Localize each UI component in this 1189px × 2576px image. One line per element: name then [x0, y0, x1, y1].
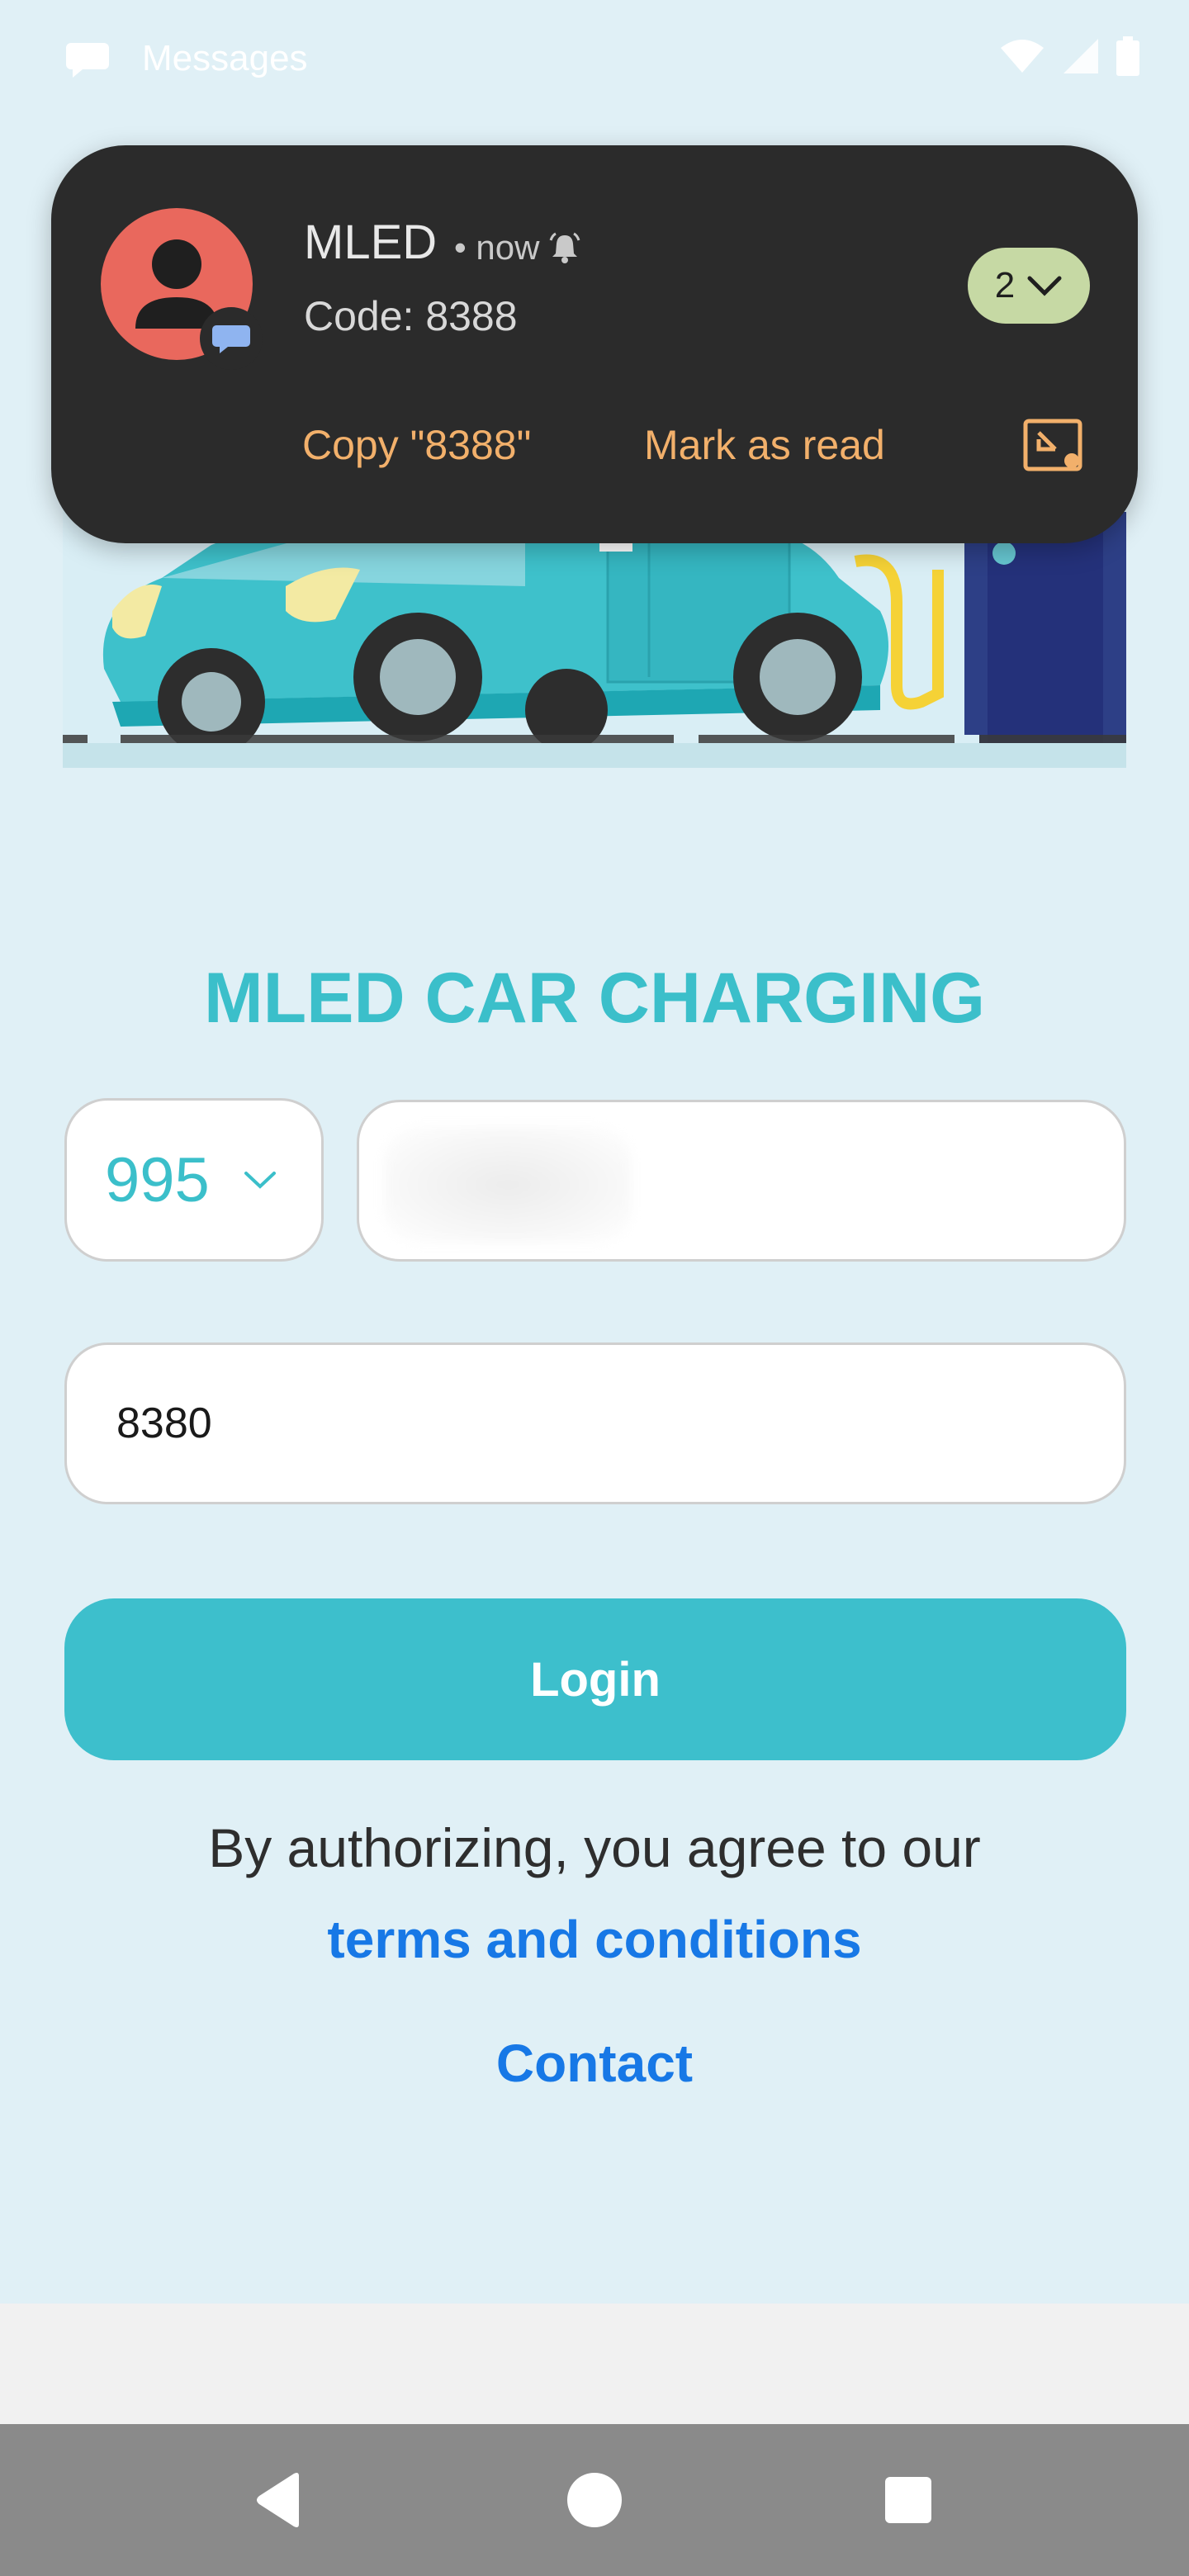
messages-icon [66, 43, 109, 78]
recents-button[interactable] [850, 2424, 966, 2576]
page-title: MLED CAR CHARGING [204, 959, 985, 1038]
notification-expand-button[interactable]: 2 [968, 248, 1090, 324]
chat-bubble-icon [212, 325, 250, 353]
login-button-label: Login [530, 1652, 661, 1707]
verification-code-input[interactable]: 8380 [64, 1342, 1126, 1504]
recents-square-icon [885, 2477, 931, 2523]
status-bar: Messages [0, 0, 1189, 116]
status-icons [999, 36, 1139, 76]
notification-time-group: • now [454, 228, 582, 268]
messages-badge [200, 307, 263, 370]
wifi-icon [1001, 40, 1044, 73]
sms-notification[interactable]: MLED • now Code: 8388 2 Copy "8388" Mark… [51, 145, 1138, 543]
bottom-panel [0, 2304, 1189, 2424]
phone-number-redacted [384, 1127, 632, 1243]
home-button[interactable] [537, 2424, 652, 2576]
contact-link[interactable]: Contact [0, 2033, 1189, 2094]
country-code-select[interactable]: 995 [64, 1098, 324, 1262]
mark-as-read-button[interactable]: Mark as read [644, 421, 885, 469]
status-app-name: Messages [142, 38, 308, 78]
back-button[interactable] [221, 2424, 337, 2576]
battery-icon [1116, 36, 1139, 76]
chevron-down-icon [244, 1172, 276, 1189]
notification-body: Code: 8388 [304, 293, 518, 339]
chevron-down-icon [1027, 276, 1062, 296]
notification-time: • now [454, 228, 540, 267]
notification-count: 2 [994, 265, 1016, 305]
home-circle-icon [567, 2473, 622, 2527]
terms-agreement-text: By authorizing, you agree to our [208, 1817, 981, 1878]
back-triangle-icon [257, 2473, 299, 2527]
alert-bell-icon [549, 232, 580, 263]
phone-number-input[interactable] [357, 1100, 1126, 1262]
country-code-value: 995 [105, 1144, 210, 1215]
bubble-expand-icon[interactable] [1022, 418, 1085, 476]
signal-icon [1063, 39, 1098, 73]
notification-sender: MLED [304, 215, 438, 269]
terms-and-conditions-link[interactable]: terms and conditions [0, 1909, 1189, 1970]
login-button[interactable]: Login [64, 1598, 1126, 1760]
verification-code-value: 8380 [116, 1399, 212, 1447]
navigation-bar [0, 2424, 1189, 2576]
copy-code-button[interactable]: Copy "8388" [302, 421, 531, 469]
